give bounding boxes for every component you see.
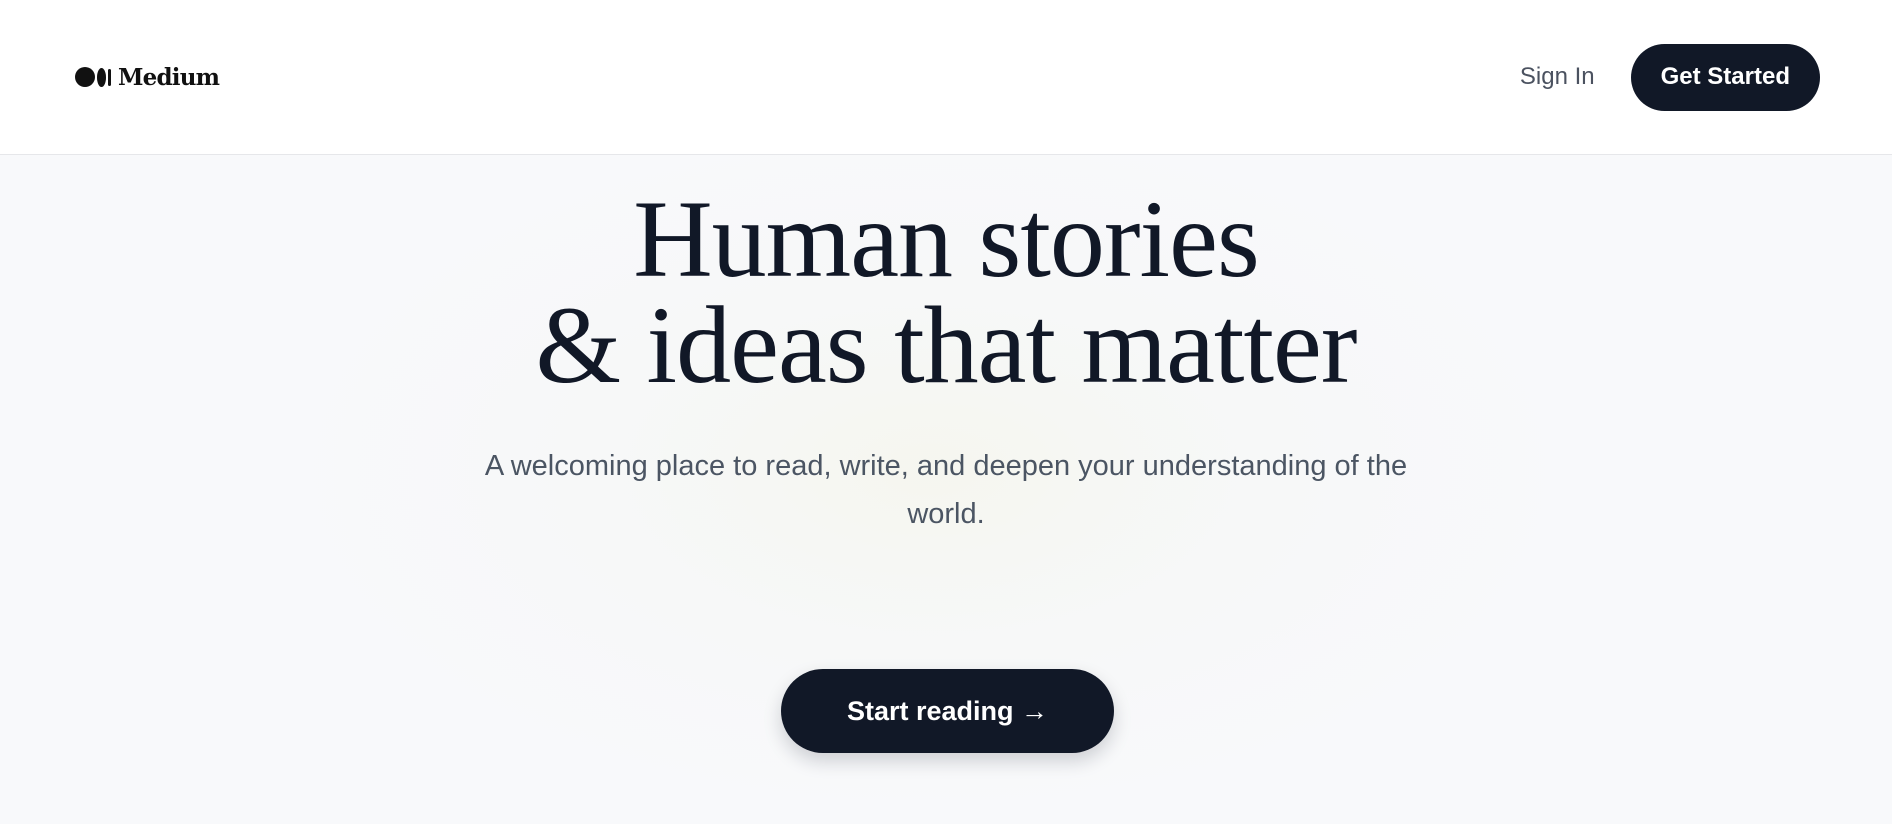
top-header: Medium Sign In Get Started [0,0,1892,155]
sign-in-link[interactable]: Sign In [1520,63,1595,91]
logo-text: Medium [118,63,220,91]
hero-section: Human stories & ideas that matter A welc… [0,155,1892,538]
header-nav: Sign In Get Started [1520,43,1820,111]
start-reading-button[interactable]: Start reading → [781,669,1114,753]
headline-line-1: Human stories [633,178,1260,300]
hero-subtitle: A welcoming place to read, write, and de… [484,450,1408,530]
hero-headline: Human stories & ideas that matter [0,178,1892,406]
landing-page: Medium Sign In Get Started Human stories… [0,0,1892,824]
medium-logo-icon [75,67,111,87]
medium-logo[interactable]: Medium [75,63,220,91]
get-started-button[interactable]: Get Started [1630,43,1820,111]
headline-line-2: & ideas that matter [535,284,1358,406]
